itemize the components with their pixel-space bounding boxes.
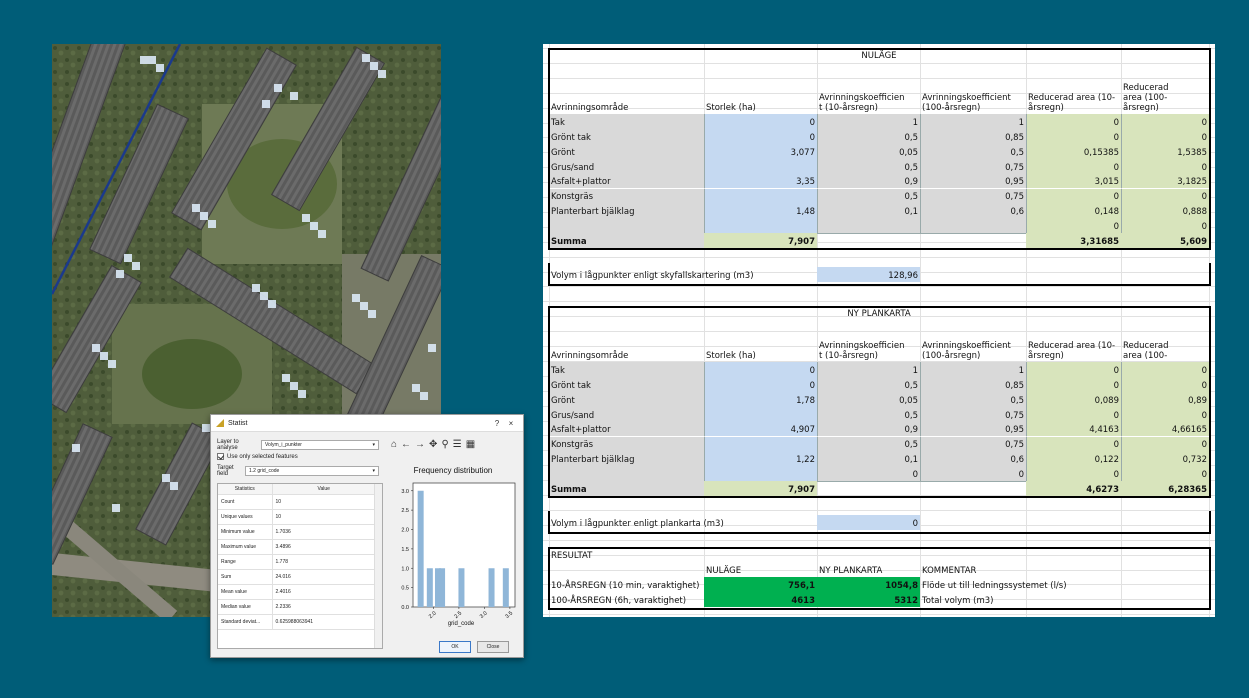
- gridline-row: [543, 286, 1215, 288]
- ok-button[interactable]: OK: [439, 641, 471, 653]
- chart-title: Frequency distribution: [414, 466, 493, 475]
- grid-icon[interactable]: ▦: [466, 439, 475, 450]
- sliders-icon[interactable]: ☰: [453, 439, 462, 450]
- statistic-name: Mean value: [218, 584, 273, 600]
- table-row[interactable]: Unique values 10: [218, 509, 376, 525]
- statistic-name: Range: [218, 554, 273, 570]
- y-tick-label: 1.0: [401, 566, 409, 572]
- y-tick-label: 3.0: [401, 489, 409, 495]
- statistic-value: 24.016: [272, 569, 376, 585]
- statistic-value: 2.4016: [272, 584, 376, 600]
- statistic-value: 1.778: [272, 554, 376, 570]
- layer-label: Layer to analyse: [217, 439, 239, 451]
- table-row[interactable]: Mean value 2.4016: [218, 584, 376, 600]
- statistics-table[interactable]: Statistics Value Count 10 Unique values 10 M…: [217, 483, 383, 649]
- statistic-value: 10: [272, 494, 376, 510]
- gridline-row: [543, 614, 1215, 616]
- y-tick-label: 0.0: [401, 605, 409, 611]
- field-select-value: 1.2 grid_code: [249, 468, 280, 474]
- y-tick-label: 2.0: [401, 528, 409, 534]
- gridline-row: [543, 256, 1215, 258]
- table-row[interactable]: Median value 2.2336: [218, 599, 376, 615]
- statistic-name: Minimum value: [218, 524, 273, 540]
- y-tick-label: 1.5: [401, 547, 409, 553]
- dialog-titlebar[interactable]: Statist ? ×: [211, 415, 523, 432]
- table-row[interactable]: Standard deviat... 0.625988063941: [218, 614, 376, 630]
- chevron-down-icon: ▾: [372, 468, 375, 474]
- column-header-statistics: Statistics: [218, 484, 273, 495]
- selected-features-checkbox[interactable]: [217, 453, 224, 460]
- statistic-name: Sum: [218, 569, 273, 585]
- statistics-app-icon: [216, 419, 224, 427]
- y-tick-label: 0.5: [401, 586, 409, 592]
- gridline-row: [543, 301, 1215, 303]
- back-arrow-icon[interactable]: ←: [401, 439, 411, 450]
- layer-select-value: Volym_i_punkter: [265, 442, 302, 448]
- volume-border: [548, 263, 1211, 286]
- field-row: Target field 1.2 grid_code ▾: [217, 465, 379, 477]
- resultat-border: [548, 547, 1211, 610]
- statistic-value: 0.625988063941: [272, 614, 376, 630]
- statistic-name: Standard deviat...: [218, 614, 273, 630]
- histogram-bar: [417, 490, 424, 607]
- section-border: [548, 48, 1211, 251]
- statistics-table-header: Statistics Value: [218, 484, 376, 495]
- y-tick-label: 2.5: [401, 508, 409, 514]
- selected-features-row[interactable]: Use only selected features: [217, 453, 298, 460]
- histogram-bar: [439, 568, 446, 607]
- table-row[interactable]: Count 10: [218, 494, 376, 510]
- home-icon[interactable]: ⌂: [391, 439, 397, 450]
- dialog-title: Statist: [228, 419, 248, 427]
- histogram-bar: [502, 568, 509, 607]
- statistics-dialog[interactable]: Statist ? × Layer to analyse Volym_i_pun…: [210, 414, 524, 658]
- chevron-down-icon: ▾: [372, 442, 375, 448]
- x-tick-label: 2.0: [428, 610, 438, 620]
- statistic-name: Unique values: [218, 509, 273, 525]
- field-select[interactable]: 1.2 grid_code ▾: [245, 466, 379, 476]
- field-label: Target field: [217, 465, 234, 477]
- zoom-icon[interactable]: ⚲: [441, 439, 448, 450]
- close-window-button[interactable]: ×: [504, 419, 518, 428]
- pan-icon[interactable]: ✥: [429, 439, 437, 450]
- statistic-name: Count: [218, 494, 273, 510]
- statistic-name: Maximum value: [218, 539, 273, 555]
- selected-features-label: Use only selected features: [227, 453, 298, 460]
- plot-toolbar: ⌂ ← → ✥ ⚲ ☰ ▦: [391, 439, 475, 450]
- table-row[interactable]: Maximum value 3.4896: [218, 539, 376, 555]
- gridline-row: [543, 539, 1215, 541]
- table-row[interactable]: Minimum value 1.7036: [218, 524, 376, 540]
- volume-border: [548, 511, 1211, 534]
- statistic-name: Median value: [218, 599, 273, 615]
- histogram-bar: [426, 568, 433, 607]
- help-button[interactable]: ?: [490, 419, 504, 428]
- histogram-bar: [458, 568, 465, 607]
- section-border: [548, 306, 1211, 499]
- table-row[interactable]: Sum 24.016: [218, 569, 376, 585]
- x-tick-label: 2.5: [453, 610, 463, 620]
- column-header-value: Value: [272, 484, 376, 495]
- statistic-value: 10: [272, 509, 376, 525]
- spreadsheet[interactable]: NULÄGE Avrinningsområde Storlek (ha) Avrinn…: [543, 44, 1215, 617]
- forward-arrow-icon[interactable]: →: [415, 439, 425, 450]
- statistic-value: 3.4896: [272, 539, 376, 555]
- statistic-value: 1.7036: [272, 524, 376, 540]
- layer-select[interactable]: Volym_i_punkter ▾: [261, 440, 379, 450]
- chart-x-label: grid_code: [448, 621, 475, 627]
- frequency-chart: Frequency distribution 0.0 0.5 1.0 1.5 2.0 2.…: [401, 466, 516, 627]
- close-button[interactable]: Close: [477, 641, 509, 653]
- statistic-value: 2.2336: [272, 599, 376, 615]
- x-tick-label: 3.5: [504, 610, 514, 620]
- x-tick-label: 3.0: [479, 610, 489, 620]
- table-row[interactable]: Range 1.778: [218, 554, 376, 570]
- layer-row: Layer to analyse Volym_i_punkter ▾: [217, 439, 379, 451]
- histogram-bar: [488, 568, 495, 607]
